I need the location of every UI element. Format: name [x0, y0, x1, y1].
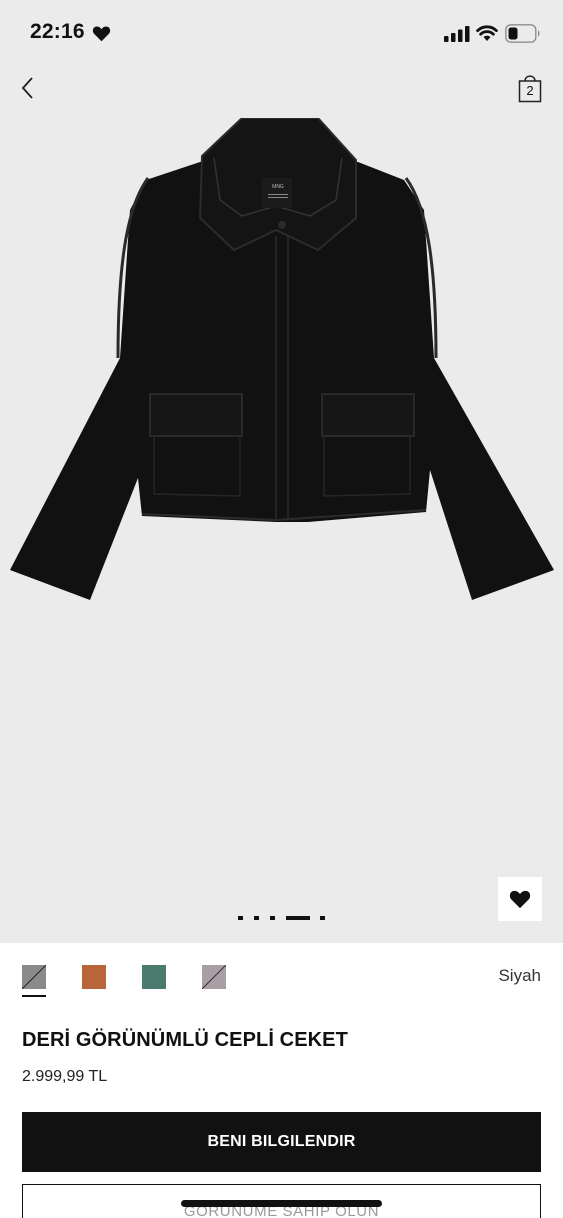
- selected-swatch-indicator: [22, 995, 46, 997]
- home-indicator[interactable]: [181, 1200, 382, 1207]
- color-swatch-brown[interactable]: [82, 965, 106, 989]
- chevron-left-icon: [21, 77, 33, 99]
- product-price: 2.999,99 TL: [22, 1068, 108, 1085]
- cellular-signal-icon: [444, 26, 470, 42]
- product-hero: 22:16 2 MNG: [0, 0, 563, 943]
- shopping-bag-button[interactable]: 2: [516, 73, 544, 103]
- carousel-indicator[interactable]: [238, 914, 328, 922]
- carousel-dot[interactable]: [238, 916, 243, 920]
- heart-icon: [92, 26, 111, 42]
- carousel-dot-active[interactable]: [286, 916, 310, 920]
- product-title: DERİ GÖRÜNÜMLÜ CEPLİ CEKET: [22, 1029, 348, 1051]
- heart-icon: [509, 890, 531, 909]
- selected-color-label: Siyah: [498, 966, 541, 985]
- bag-count-badge: 2: [526, 83, 534, 98]
- status-time: 22:16: [30, 20, 85, 43]
- color-swatch-gray-graphic: [21, 964, 47, 990]
- battery-icon: [505, 24, 540, 43]
- favorite-button[interactable]: [498, 877, 542, 921]
- notify-me-button[interactable]: BENI BILGILENDIR: [22, 1112, 541, 1172]
- back-button[interactable]: [14, 74, 44, 104]
- brand-logo: MNG: [272, 184, 284, 190]
- color-swatch-brown-graphic: [82, 965, 106, 989]
- carousel-dot[interactable]: [270, 916, 275, 920]
- carousel-dot[interactable]: [320, 916, 325, 920]
- color-swatch-green-graphic: [142, 965, 166, 989]
- color-swatch-gray[interactable]: [21, 964, 47, 990]
- status-bar: 22:16: [0, 0, 563, 64]
- carousel-dot[interactable]: [254, 916, 259, 920]
- color-swatch-mauve[interactable]: [201, 964, 227, 990]
- color-swatch-green[interactable]: [142, 965, 166, 989]
- color-swatch-mauve-graphic: [201, 964, 227, 990]
- wifi-icon: [476, 25, 498, 41]
- product-photo[interactable]: MNG: [6, 118, 558, 608]
